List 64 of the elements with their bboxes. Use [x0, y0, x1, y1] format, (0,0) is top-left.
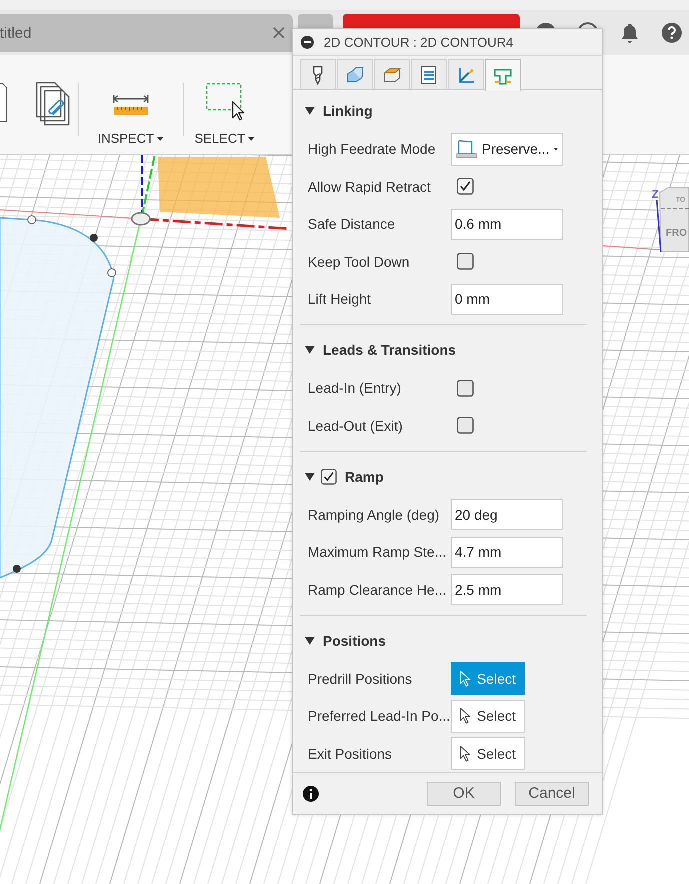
cursor-icon — [460, 744, 472, 762]
cursor-icon — [460, 707, 472, 725]
cube-face-label: FRO — [666, 228, 688, 239]
caret-icon — [157, 136, 164, 140]
field-label: Lead-Out (Exit) — [308, 418, 404, 434]
select-menu[interactable]: SELECT — [194, 131, 256, 146]
dropdown-value: Preserve... — [482, 141, 550, 157]
collapse-triangle-icon[interactable] — [305, 346, 315, 354]
tab[interactable] — [300, 59, 336, 90]
collapse-icon[interactable] — [301, 36, 314, 49]
ruler-icon[interactable] — [112, 93, 150, 117]
field-label: Allow Rapid Retract — [308, 178, 432, 194]
checkbox[interactable] — [321, 468, 337, 485]
view-cube[interactable] — [660, 188, 689, 252]
checkbox[interactable] — [457, 380, 474, 396]
dialog-title: 2D CONTOUR : 2D CONTOUR4 — [324, 34, 514, 50]
document-tab[interactable]: titled — [0, 14, 293, 52]
cursor-icon — [460, 670, 472, 688]
input-field[interactable]: 20 deg — [451, 499, 563, 530]
input-field[interactable]: 4.7 mm — [451, 536, 563, 568]
field-label: Safe Distance — [308, 216, 396, 232]
field-label: High Feedrate Mode — [308, 141, 437, 157]
bell-icon[interactable] — [619, 22, 641, 44]
tab[interactable] — [374, 59, 410, 90]
dropdown[interactable]: Preserve... — [451, 132, 563, 166]
inspect-menu[interactable]: INSPECT — [98, 131, 164, 146]
field-label: Maximum Ramp Ste... — [308, 544, 448, 560]
help-icon[interactable] — [661, 22, 683, 44]
field-label: Ramping Angle (deg) — [308, 506, 441, 522]
caret-icon — [554, 146, 558, 152]
section-title: Leads & Transitions — [323, 342, 456, 358]
profile-icon — [456, 139, 478, 159]
tab-title: titled — [0, 24, 32, 42]
z-axis-line — [656, 200, 662, 252]
field-label: Exit Positions — [308, 746, 394, 762]
checkbox[interactable] — [457, 417, 474, 434]
field-label: Predrill Positions — [308, 670, 414, 686]
section-title: Positions — [323, 632, 386, 649]
section-title: Linking — [323, 103, 373, 120]
field-label: Keep Tool Down — [308, 254, 411, 270]
input-field[interactable]: 0.6 mm — [451, 208, 563, 240]
section-title: Ramp — [345, 468, 384, 485]
input-field[interactable]: 0 mm — [451, 284, 563, 314]
cancel-button[interactable]: Cancel — [515, 782, 589, 806]
select-button[interactable]: Select — [451, 700, 525, 732]
caret-icon — [248, 136, 256, 140]
select-button[interactable]: Select — [451, 737, 525, 770]
collapse-triangle-icon[interactable] — [305, 472, 315, 481]
info-icon[interactable] — [303, 786, 319, 802]
field-label: Ramp Clearance He... — [308, 582, 448, 598]
close-icon[interactable] — [273, 27, 285, 39]
document-icon[interactable] — [0, 83, 8, 123]
collapse-triangle-icon[interactable] — [305, 107, 315, 116]
tab[interactable] — [411, 59, 447, 90]
selection-box-icon[interactable] — [205, 82, 245, 122]
axis-label: Z — [652, 189, 659, 201]
ok-button[interactable]: OK — [427, 782, 501, 806]
collapse-triangle-icon[interactable] — [305, 636, 315, 645]
input-field[interactable]: 2.5 mm — [451, 574, 563, 605]
field-label: Preferred Lead-In Po... — [308, 708, 451, 724]
checkbox[interactable] — [457, 253, 474, 270]
checkbox[interactable] — [457, 178, 474, 195]
field-label: Lift Height — [308, 291, 372, 307]
field-label: Lead-In (Entry) — [308, 380, 402, 396]
